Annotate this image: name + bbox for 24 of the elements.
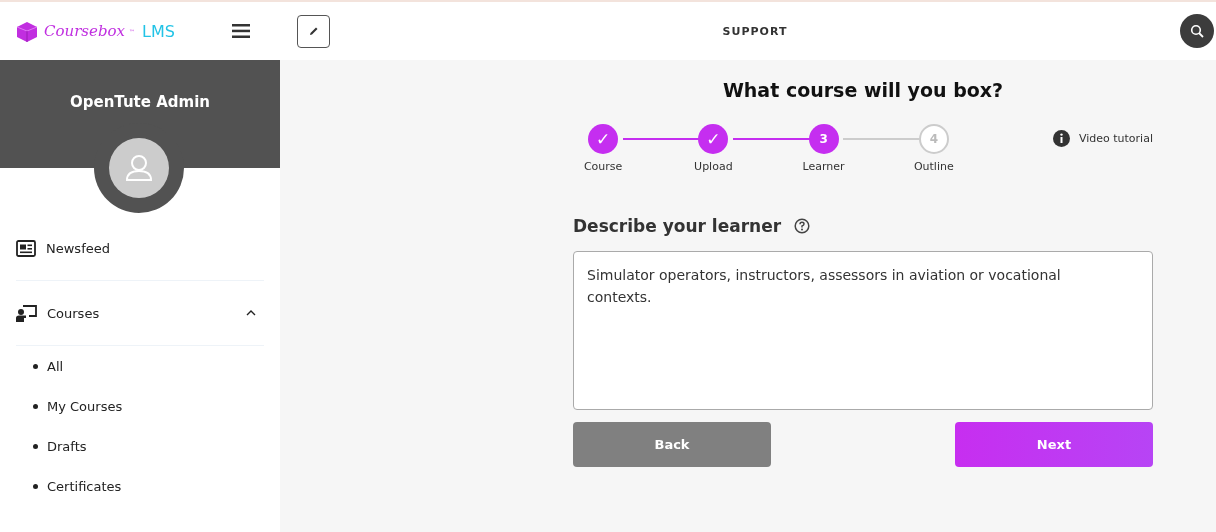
page-title: SUPPORT	[721, 24, 789, 38]
user-name: OpenTute Admin	[70, 93, 210, 113]
step-marker: 3	[808, 124, 839, 154]
step-label: Course	[583, 160, 623, 173]
step-label: Outline	[913, 160, 954, 173]
nav-subitem[interactable]: Drafts	[47, 438, 87, 454]
back-button[interactable]: Back	[573, 422, 771, 467]
learner-description-field[interactable]: Simulator operators, instructors, assessors in aviation or vocational contexts.	[573, 251, 1153, 410]
video-tutorial-link[interactable]: Video tutorial	[1078, 131, 1153, 145]
wizard-title: What course will you box?	[721, 78, 1005, 103]
step-label: Learner	[802, 160, 845, 173]
step-marker: ✓	[698, 124, 729, 154]
nav-item[interactable]: Newsfeed	[46, 240, 264, 256]
next-button[interactable]: Next	[955, 422, 1153, 467]
logo-name: Coursebox	[44, 22, 125, 40]
step-label: Upload	[694, 160, 733, 173]
nav-subitem[interactable]: My Courses	[47, 398, 123, 414]
step-marker: ✓	[588, 124, 619, 154]
nav-item[interactable]: Courses	[47, 305, 236, 321]
nav-subitem[interactable]: All	[47, 358, 64, 374]
field-label: Describe your learner	[573, 216, 782, 236]
nav-subitem[interactable]: Certificates	[47, 478, 122, 494]
step-marker: 4	[918, 124, 949, 154]
logo-suffix: LMS	[142, 21, 175, 41]
